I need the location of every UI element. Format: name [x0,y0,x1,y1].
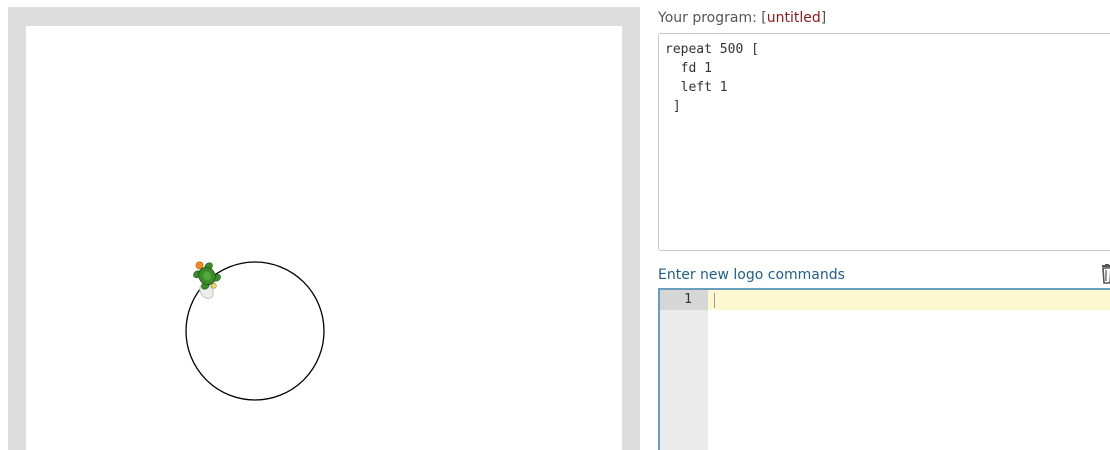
program-text-area[interactable]: repeat 500 [ fd 1 left 1 ] [658,33,1110,251]
active-line-gutter: 1 [660,290,708,310]
active-line[interactable] [708,290,1110,310]
program-name: untitled [766,10,821,26]
program-code: repeat 500 [ fd 1 left 1 ] [665,42,759,114]
drawing-surface [185,261,325,401]
program-label-suffix: ] [820,10,827,26]
text-cursor [714,293,715,308]
command-editor-label: Enter new logo commands [658,267,845,283]
program-label-prefix: Your program: [ [658,10,767,26]
line-number-gutter [660,290,708,450]
line-number: 1 [684,292,692,307]
turtle-icon [193,261,221,299]
turtle-canvas-frame [8,7,640,450]
trash-icon[interactable] [1099,264,1110,284]
program-title: Your program: [untitled] [658,10,826,26]
command-editor[interactable]: 1 [658,288,1110,450]
turtle-canvas[interactable] [26,26,622,450]
